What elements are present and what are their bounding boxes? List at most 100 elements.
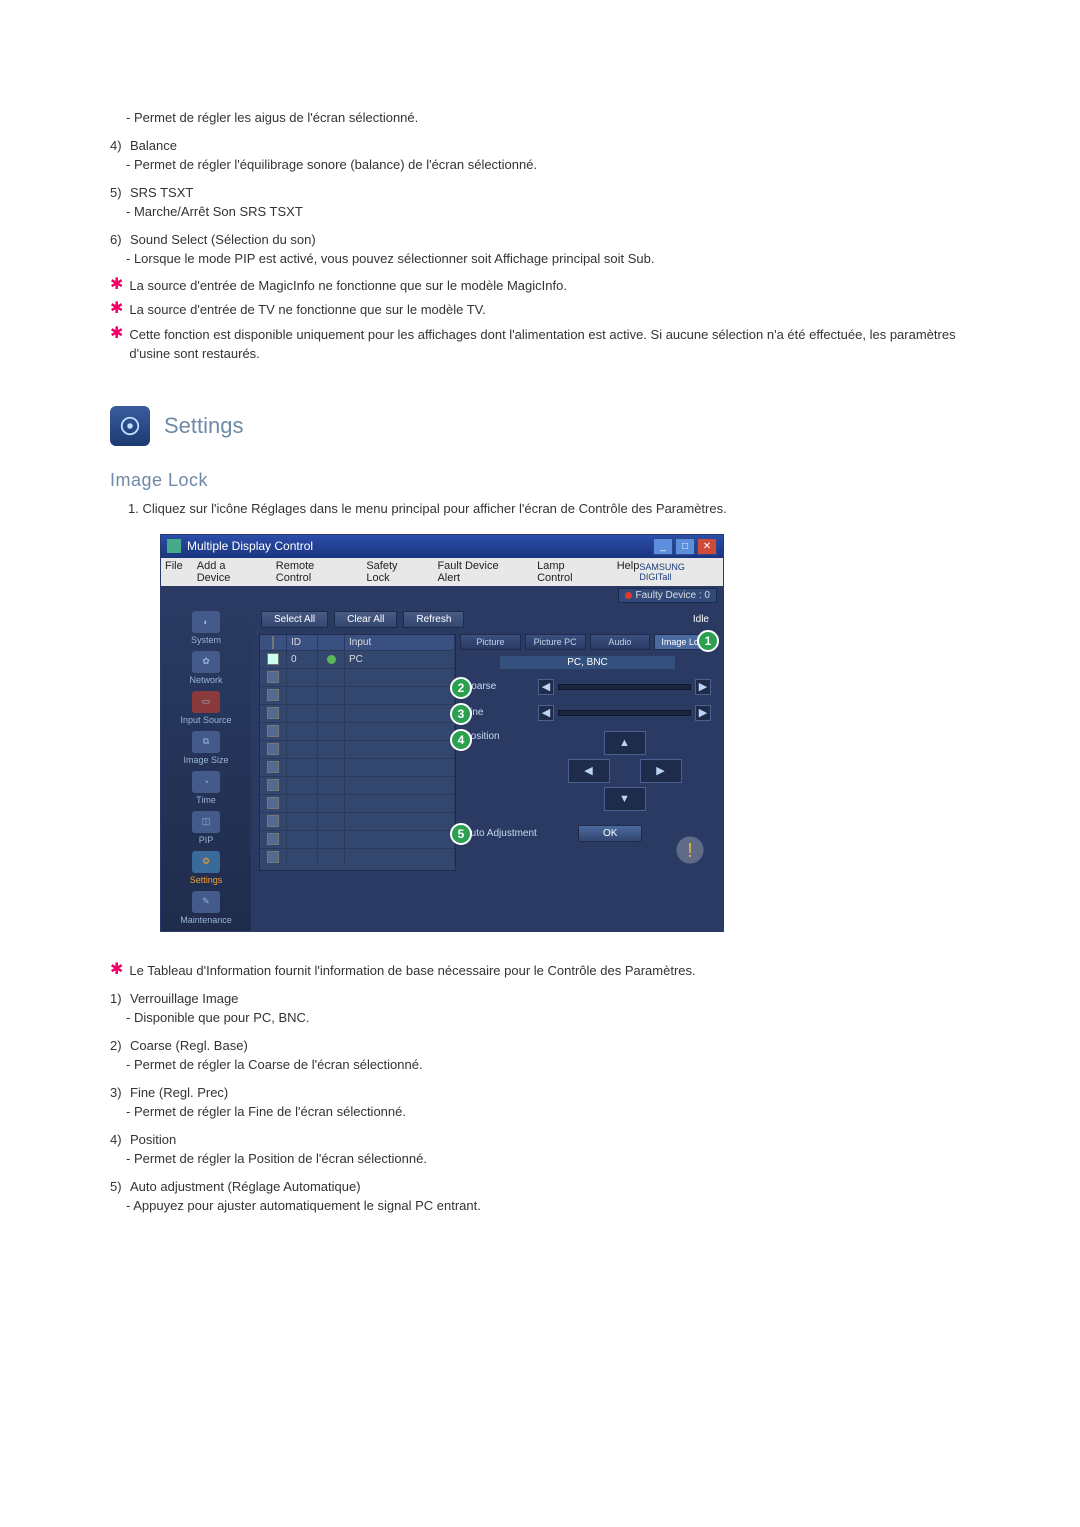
table-row bbox=[260, 740, 455, 758]
status-bar: Faulty Device : 0 bbox=[161, 586, 723, 605]
sidebar-label: Maintenance bbox=[180, 915, 232, 925]
list-number: 3) bbox=[110, 1083, 130, 1103]
decrease-button[interactable]: ◀ bbox=[538, 679, 554, 695]
intro-text: 1. Cliquez sur l'icône Réglages dans le … bbox=[128, 501, 970, 516]
input-source-icon: ▭ bbox=[192, 691, 220, 713]
window-controls: _ □ ✕ bbox=[653, 538, 717, 555]
slider-track[interactable] bbox=[558, 684, 691, 690]
menu-fault-device-alert[interactable]: Fault Device Alert bbox=[437, 560, 523, 584]
sidebar: ◐System ✿Network ▭ Input Source ⧉Image Si… bbox=[161, 605, 251, 931]
refresh-button[interactable]: Refresh bbox=[403, 611, 464, 628]
menu-add-device[interactable]: Add a Device bbox=[197, 560, 262, 584]
pip-icon: ◫ bbox=[192, 811, 220, 833]
menu-help[interactable]: Help bbox=[617, 560, 640, 584]
row-checkbox-icon[interactable] bbox=[267, 779, 279, 791]
status-circle-icon bbox=[327, 655, 336, 664]
sub-heading: Image Lock bbox=[110, 470, 970, 491]
header-checkbox-icon[interactable] bbox=[272, 636, 274, 649]
sidebar-item-settings[interactable]: ⚙Settings bbox=[190, 851, 223, 885]
clear-all-button[interactable]: Clear All bbox=[334, 611, 397, 628]
titlebar: Multiple Display Control _ □ ✕ bbox=[161, 535, 723, 558]
sidebar-item-time[interactable]: ◔Time bbox=[192, 771, 220, 805]
increase-button[interactable]: ▶ bbox=[695, 705, 711, 721]
menu-lamp-control[interactable]: Lamp Control bbox=[537, 560, 603, 584]
position-left-button[interactable]: ◀ bbox=[568, 759, 610, 783]
sidebar-item-image-size[interactable]: ⧉Image Size bbox=[183, 731, 228, 765]
table-row bbox=[260, 758, 455, 776]
coarse-row: 2 Coarse ◀ ▶ bbox=[464, 679, 711, 695]
ok-button[interactable]: OK bbox=[578, 825, 642, 842]
cell-status bbox=[318, 651, 345, 668]
maintenance-icon: ✎ bbox=[192, 891, 220, 913]
sidebar-item-maintenance[interactable]: ✎ Maintenance bbox=[180, 891, 232, 925]
row-checkbox-icon[interactable] bbox=[267, 743, 279, 755]
position-up-button[interactable]: ▲ bbox=[604, 731, 646, 755]
row-checkbox-icon[interactable] bbox=[267, 671, 279, 683]
menu-remote-control[interactable]: Remote Control bbox=[276, 560, 353, 584]
minimize-button[interactable]: _ bbox=[653, 538, 673, 555]
network-icon: ✿ bbox=[192, 651, 220, 673]
position-down-button[interactable]: ▼ bbox=[604, 787, 646, 811]
row-checkbox-icon[interactable] bbox=[267, 761, 279, 773]
sidebar-item-input-source[interactable]: ▭ Input Source bbox=[180, 691, 231, 725]
maximize-button[interactable]: □ bbox=[675, 538, 695, 555]
coarse-slider[interactable]: ◀ ▶ bbox=[538, 679, 711, 695]
body-text: Lorsque le mode PIP est activé, vous pou… bbox=[134, 251, 655, 266]
body-text: La source d'entrée de MagicInfo ne fonct… bbox=[129, 277, 567, 296]
menubar: File Add a Device Remote Control Safety … bbox=[161, 558, 723, 586]
sidebar-label: Input Source bbox=[180, 715, 231, 725]
close-button[interactable]: ✕ bbox=[697, 538, 717, 555]
row-checkbox-icon[interactable] bbox=[267, 797, 279, 809]
row-checkbox-icon[interactable] bbox=[267, 833, 279, 845]
body-text: Le Tableau d'Information fournit l'infor… bbox=[129, 962, 695, 981]
sidebar-item-pip[interactable]: ◫PIP bbox=[192, 811, 220, 845]
row-checkbox-icon[interactable] bbox=[267, 851, 279, 863]
app-body: ◐System ✿Network ▭ Input Source ⧉Image Si… bbox=[161, 605, 723, 931]
decrease-button[interactable]: ◀ bbox=[538, 705, 554, 721]
table-row[interactable]: 0 PC bbox=[260, 650, 455, 668]
coarse-label: Coarse bbox=[464, 681, 530, 692]
row-checkbox-icon[interactable] bbox=[267, 725, 279, 737]
section-title-text: Settings bbox=[164, 413, 244, 439]
grid-header: ID Input bbox=[260, 635, 455, 650]
auto-label: Auto Adjustment bbox=[464, 828, 564, 839]
table-row bbox=[260, 776, 455, 794]
select-all-button[interactable]: Select All bbox=[261, 611, 328, 628]
tab-audio[interactable]: Audio bbox=[590, 634, 651, 650]
sidebar-item-system[interactable]: ◐System bbox=[191, 611, 221, 645]
status-idle: Idle bbox=[693, 614, 709, 625]
body-text: Appuyez pour ajuster automatiquement le … bbox=[133, 1198, 481, 1213]
row-checkbox-icon[interactable] bbox=[267, 707, 279, 719]
star-icon: ✱ bbox=[110, 326, 123, 364]
note: ✱Cette fonction est disponible uniquemen… bbox=[110, 326, 970, 364]
col-check bbox=[260, 635, 287, 650]
list-sub: - Marche/Arrêt Son SRS TSXT bbox=[126, 202, 970, 222]
status-dot-icon bbox=[625, 592, 632, 599]
menu-safety-lock[interactable]: Safety Lock bbox=[366, 560, 423, 584]
position-right-button[interactable]: ▶ bbox=[640, 759, 682, 783]
row-checkbox-icon[interactable] bbox=[267, 815, 279, 827]
list-number: 4) bbox=[110, 1130, 130, 1150]
slider-track[interactable] bbox=[558, 710, 691, 716]
menu-file[interactable]: File bbox=[165, 560, 183, 584]
sidebar-item-network[interactable]: ✿Network bbox=[189, 651, 222, 685]
increase-button[interactable]: ▶ bbox=[695, 679, 711, 695]
table-row bbox=[260, 812, 455, 830]
list-item: 4)Position- Permet de régler la Position… bbox=[110, 1130, 970, 1169]
callout-1: 1 bbox=[697, 630, 719, 652]
tab-picture-pc[interactable]: Picture PC bbox=[525, 634, 586, 650]
row-checkbox-icon[interactable] bbox=[267, 689, 279, 701]
col-id: ID bbox=[287, 635, 318, 650]
list-sub: - Permet de régler l'équilibrage sonore … bbox=[126, 155, 970, 175]
cell-check[interactable] bbox=[260, 651, 287, 668]
table-row bbox=[260, 668, 455, 686]
brand-text: SAMSUNG DIGITall bbox=[639, 562, 719, 582]
titlebar-left: Multiple Display Control bbox=[167, 539, 313, 553]
list-item: 2)Coarse (Regl. Base)- Permet de régler … bbox=[110, 1036, 970, 1075]
row-checkbox-icon[interactable] bbox=[267, 653, 279, 665]
tab-picture[interactable]: Picture bbox=[460, 634, 521, 650]
list-sub: - Permet de régler la Position de l'écra… bbox=[126, 1149, 970, 1169]
fine-slider[interactable]: ◀ ▶ bbox=[538, 705, 711, 721]
position-label: Position bbox=[464, 731, 530, 742]
body-text: Cette fonction est disponible uniquement… bbox=[129, 326, 970, 364]
